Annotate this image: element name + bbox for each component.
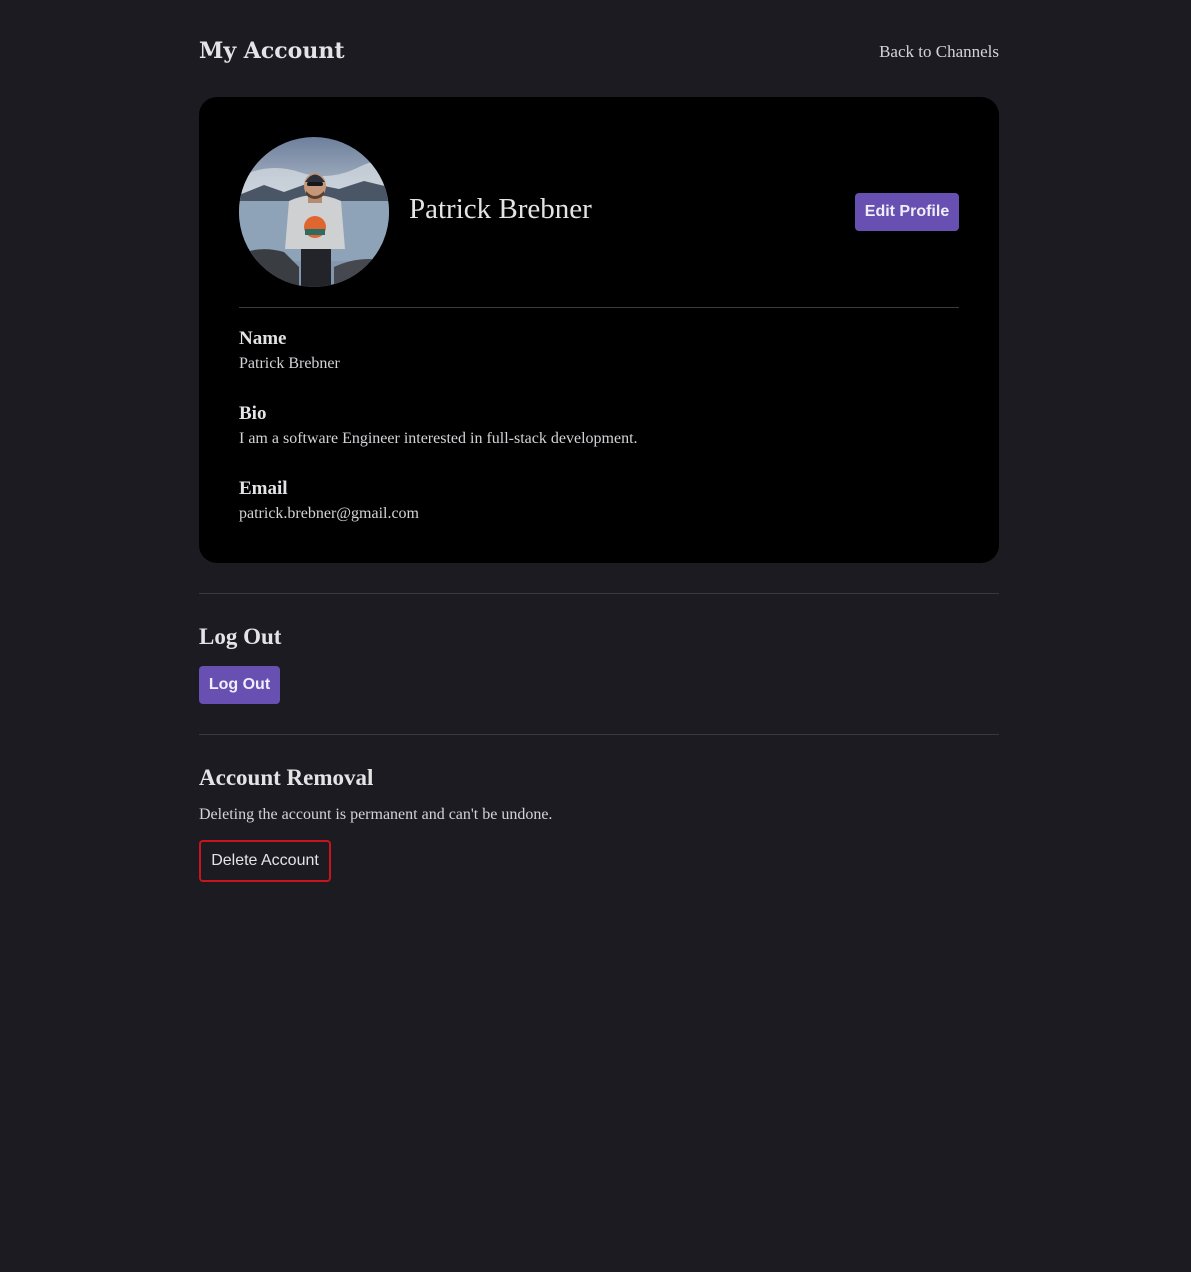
avatar xyxy=(239,137,389,287)
delete-account-button[interactable]: Delete Account xyxy=(199,840,331,882)
account-removal-title: Account Removal xyxy=(199,765,374,790)
field-label: Name xyxy=(239,328,287,349)
avatar-photo xyxy=(239,137,389,287)
section-divider xyxy=(199,734,999,735)
field-label: Bio xyxy=(239,403,267,424)
card-divider xyxy=(239,307,959,308)
logout-section-title: Log Out xyxy=(199,624,282,649)
page-title: My Account xyxy=(199,38,345,64)
edit-profile-button[interactable]: Edit Profile xyxy=(855,193,959,231)
bio-field: Bio I am a software Engineer interested … xyxy=(239,403,638,449)
back-to-channels-link[interactable]: Back to Channels xyxy=(879,42,999,62)
name-field: Name Patrick Brebner xyxy=(239,328,340,374)
profile-display-name: Patrick Brebner xyxy=(409,193,592,225)
email-field: Email patrick.brebner@gmail.com xyxy=(239,478,419,524)
field-value: Patrick Brebner xyxy=(239,355,340,372)
page-header: My Account Back to Channels xyxy=(199,38,999,70)
field-value: patrick.brebner@gmail.com xyxy=(239,505,419,522)
section-divider xyxy=(199,593,999,594)
field-value: I am a software Engineer interested in f… xyxy=(239,430,638,447)
profile-card: Patrick Brebner Edit Profile Name Patric… xyxy=(199,97,999,563)
field-label: Email xyxy=(239,478,288,499)
log-out-button[interactable]: Log Out xyxy=(199,666,280,704)
account-removal-description: Deleting the account is permanent and ca… xyxy=(199,806,553,823)
